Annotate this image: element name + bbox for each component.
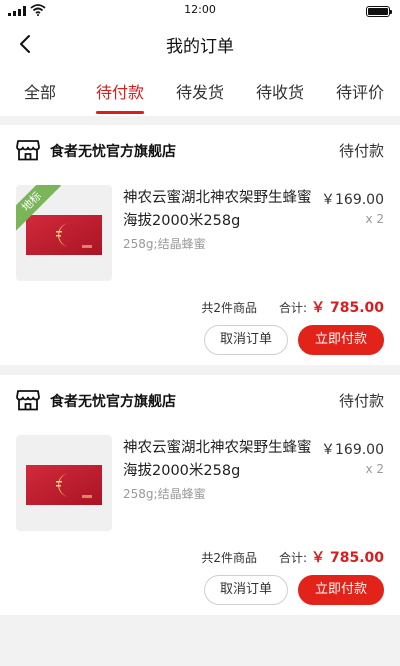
tab-pending-receipt[interactable]: 待收货 [240,66,320,116]
pay-now-button[interactable]: 立即付款 [298,325,384,355]
product-name[interactable]: 神农云蜜湖北神农架野生蜂蜜海拔2000米258g [123,437,323,483]
order-tabs: 全部 待付款 待发货 待收货 待评价 [0,66,400,116]
nav-bar: 我的订单 [0,22,400,66]
order-status: 待付款 [338,142,384,160]
shop-row[interactable]: 食者无忧官方旗舰店 待付款 [16,135,384,165]
product-quantity: x 2 [365,462,384,476]
order-card: 食者无忧官方旗舰店 待付款 神农云蜜湖北神农架野生蜂蜜海拔2000米258g 2… [0,375,400,615]
product-spec: 258g;结晶蜂蜜 [123,237,206,251]
status-bar: 12:00 [0,0,400,22]
product-price: ￥169.00 [321,442,384,458]
total-label: 合计: [279,301,308,315]
back-arrow-icon[interactable] [14,32,38,56]
total-amount: ￥ 785.00 [311,300,384,316]
total-label: 合计: [279,551,308,565]
cancel-order-button[interactable]: 取消订单 [204,325,288,355]
tab-all[interactable]: 全部 [0,66,80,116]
order-status: 待付款 [338,392,384,410]
item-count: 共2件商品 [201,301,258,315]
store-icon [16,390,40,411]
order-card: 食者无忧官方旗舰店 待付款 地标 神农云蜜湖北神农架野生蜂蜜海拔2000米258… [0,125,400,365]
status-time: 12:00 [184,3,216,16]
total-amount: ￥ 785.00 [311,550,384,566]
honey-box-image [26,465,102,505]
page-title: 我的订单 [166,37,234,57]
shop-row[interactable]: 食者无忧官方旗舰店 待付款 [16,385,384,415]
product-price: ￥169.00 [321,192,384,208]
product-image[interactable] [16,435,112,531]
item-count: 共2件商品 [201,551,258,565]
order-summary: 共2件商品 合计: ￥ 785.00 [201,297,384,317]
tab-pending-payment[interactable]: 待付款 [80,66,160,116]
cancel-order-button[interactable]: 取消订单 [204,575,288,605]
pay-now-button[interactable]: 立即付款 [298,575,384,605]
store-icon [16,140,40,161]
tab-pending-shipment[interactable]: 待发货 [160,66,240,116]
product-name[interactable]: 神农云蜜湖北神农架野生蜂蜜海拔2000米258g [123,187,323,233]
order-summary: 共2件商品 合计: ￥ 785.00 [201,547,384,567]
shop-name: 食者无忧官方旗舰店 [50,144,176,160]
product-image[interactable]: 地标 [16,185,112,281]
tab-pending-review[interactable]: 待评价 [320,66,400,116]
honey-box-image [26,215,102,255]
shop-name: 食者无忧官方旗舰店 [50,394,176,410]
product-quantity: x 2 [365,212,384,226]
product-spec: 258g;结晶蜂蜜 [123,487,206,501]
battery-icon [366,6,392,17]
